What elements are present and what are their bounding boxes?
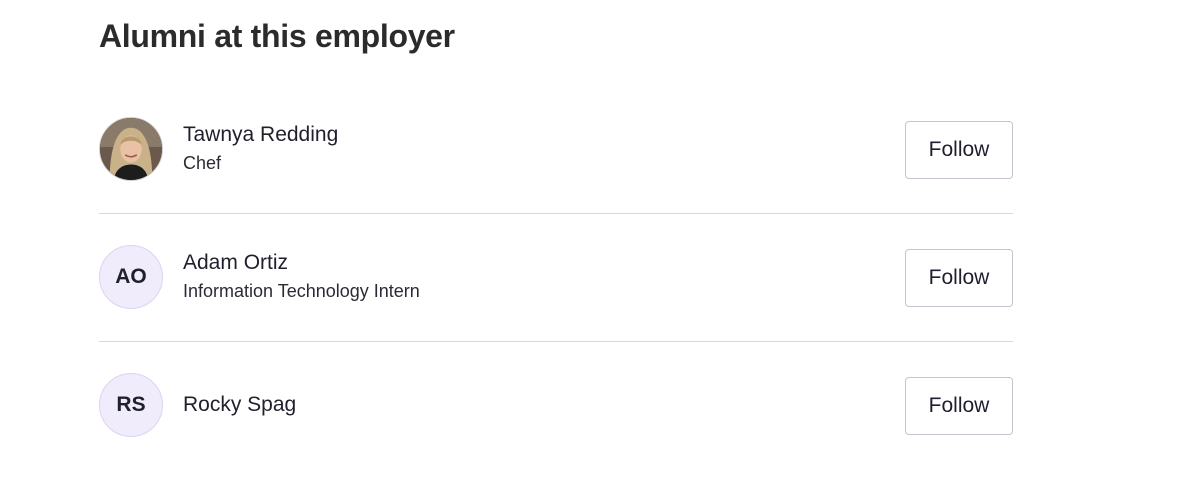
avatar[interactable]: RS	[99, 373, 163, 437]
alumni-info: Adam Ortiz Information Technology Intern	[183, 250, 420, 303]
follow-button[interactable]: Follow	[905, 249, 1013, 307]
avatar[interactable]: AO	[99, 245, 163, 309]
avatar[interactable]	[99, 117, 163, 181]
list-item: Tawnya Redding Chef Follow	[99, 86, 1013, 214]
follow-button[interactable]: Follow	[905, 121, 1013, 179]
alumni-list: Tawnya Redding Chef Follow AO Adam Ortiz…	[99, 86, 1013, 470]
alumni-name[interactable]: Rocky Spag	[183, 392, 296, 418]
alumni-name[interactable]: Tawnya Redding	[183, 122, 338, 148]
alumni-info: Tawnya Redding Chef	[183, 122, 338, 175]
alumni-info: Rocky Spag	[183, 392, 296, 418]
follow-button[interactable]: Follow	[905, 377, 1013, 435]
profile-photo-icon	[100, 118, 162, 180]
alumni-title: Information Technology Intern	[183, 281, 420, 301]
alumni-name[interactable]: Adam Ortiz	[183, 250, 420, 276]
alumni-title: Chef	[183, 153, 222, 173]
list-item: AO Adam Ortiz Information Technology Int…	[99, 214, 1013, 342]
list-item: RS Rocky Spag Follow	[99, 342, 1013, 470]
section-heading: Alumni at this employer	[99, 18, 455, 54]
